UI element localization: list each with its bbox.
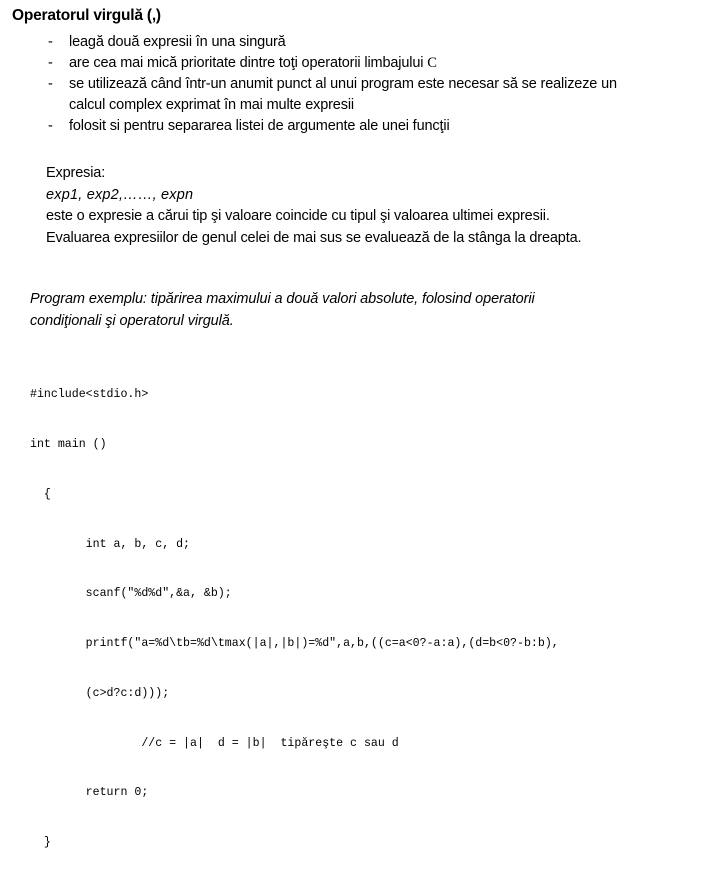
code-line: { (30, 487, 51, 501)
expression-description-line-1: este o expresie a cărui tip şi valoare c… (46, 208, 550, 224)
bullet-dash-icon: - (48, 55, 53, 71)
bullet-list: - leagă două expresii în una singură - a… (12, 32, 712, 137)
program-note-line-1: Program exemplu: tipărirea maximului a d… (30, 291, 535, 307)
expression-block: Expresia: exp1, exp2,……, expn este o exp… (46, 163, 706, 249)
code-line: scanf("%d%d",&a, &b); (30, 587, 232, 601)
list-item-code-token: C (427, 55, 437, 71)
code-line: (c>d?c:d))); (30, 686, 170, 700)
list-item-label: se utilizează când într-un anumit punct … (69, 76, 617, 92)
bullet-dash-icon: - (48, 76, 53, 92)
expression-description-line-2: Evaluarea expresiilor de genul celei de … (46, 229, 582, 246)
expression-formula: exp1, exp2,……, expn (46, 186, 194, 203)
list-item: - leagă două expresii în una singură (12, 32, 712, 53)
code-line: } (30, 836, 51, 850)
list-item: - are cea mai mică prioritate dintre toţ… (12, 53, 712, 74)
code-line-comment: //c = |a| d = |b| tipăreşte c sau d (30, 736, 399, 750)
code-block: #include<stdio.h> int main () { int a, b… (30, 354, 720, 885)
code-line: return 0; (30, 786, 149, 800)
bullet-dash-icon: - (48, 118, 53, 134)
code-line: #include<stdio.h> (30, 388, 149, 402)
list-item-label: are cea mai mică prioritate dintre toţi … (69, 55, 428, 71)
code-line: int main () (30, 437, 107, 451)
list-item-label: leagă două expresii în una singură (69, 34, 286, 50)
list-item: - folosit si pentru separarea listei de … (12, 116, 712, 137)
bullet-dash-icon: - (48, 34, 53, 50)
list-item-continuation: calcul complex exprimat în mai multe exp… (69, 97, 354, 113)
program-example-note: Program exemplu: tipărirea maximului a d… (30, 288, 690, 332)
list-item-text: se utilizează când într-un anumit punct … (69, 74, 712, 116)
list-item-text: are cea mai mică prioritate dintre toţi … (69, 53, 712, 74)
code-line: int a, b, c, d; (30, 537, 191, 551)
page-title: Operatorul virgulă (,) (12, 7, 161, 24)
slide-canvas: Operatorul virgulă (,) - leagă două expr… (0, 0, 720, 849)
program-note-line-2: condiţionali şi operatorul virgulă. (30, 313, 234, 329)
code-line: printf("a=%d\tb=%d\tmax(|a|,|b|)=%d",a,b… (30, 637, 559, 651)
expression-label: Expresia: (46, 165, 106, 181)
list-item-text: leagă două expresii în una singură (69, 32, 712, 53)
list-item-text: folosit si pentru separarea listei de ar… (69, 116, 712, 137)
list-item: - se utilizează când într-un anumit punc… (12, 74, 712, 116)
list-item-label: folosit si pentru separarea listei de ar… (69, 118, 450, 134)
